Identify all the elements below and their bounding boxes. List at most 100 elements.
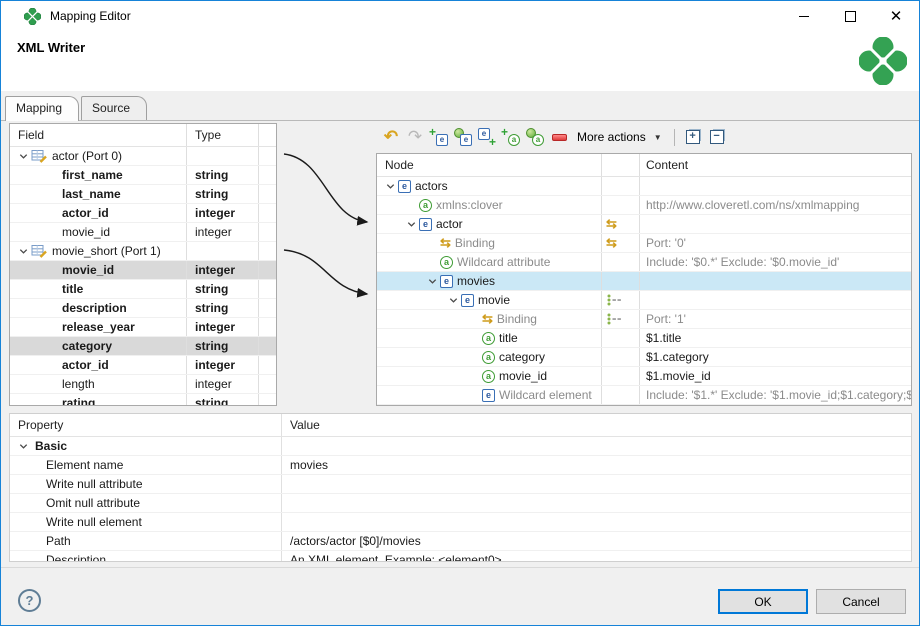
button-bar: ? OK Cancel [1, 567, 919, 625]
record-port-icon [31, 149, 48, 163]
property-row[interactable]: Path/actors/actor [$0]/movies [10, 532, 911, 551]
unbind-arrow-icon: ↷ [408, 129, 422, 145]
attribute-icon: a [482, 351, 495, 364]
clover-logo [859, 37, 907, 85]
property-row[interactable]: Basic [10, 437, 911, 456]
field-row[interactable]: categorystring [10, 337, 276, 356]
toolbar-add-child-element-button[interactable]: +e [427, 125, 451, 149]
tree-row[interactable]: emovie [377, 291, 911, 310]
toolbar-bind-field-arrow-button[interactable]: ↶ [379, 125, 403, 149]
field-type: string [195, 299, 228, 317]
fields-panel: Field Type actor (Port 0)first_namestrin… [9, 123, 277, 406]
tree-node-content: $1.category [646, 348, 709, 366]
field-row[interactable]: movie_idinteger [10, 261, 276, 280]
tree-node-content: Include: '$0.*' Exclude: '$0.movie_id' [646, 253, 839, 271]
field-row[interactable]: release_year integer [10, 318, 276, 337]
minimize-button[interactable] [781, 1, 827, 31]
property-value: movies [290, 456, 328, 474]
field-label: actor_id [62, 356, 109, 374]
field-row[interactable]: first_namestring [10, 166, 276, 185]
tree-node-content: Port: '1' [646, 310, 686, 328]
chevron-down-icon[interactable] [427, 276, 438, 287]
toolbar-add-attribute-button[interactable]: +a [499, 125, 523, 149]
field-type: integer [195, 223, 232, 241]
fields-col-field: Field [10, 124, 187, 146]
window-controls: ✕ [781, 1, 919, 31]
toolbar-add-wildcard-element-button[interactable]: e [451, 125, 475, 149]
field-row[interactable]: movie_idinteger [10, 223, 276, 242]
property-row[interactable]: Omit null attribute [10, 494, 911, 513]
maximize-button[interactable] [827, 1, 873, 31]
field-type: string [195, 337, 228, 355]
more-actions-button[interactable]: More actions▼ [571, 125, 668, 149]
tree-row[interactable]: atitle$1.title [377, 329, 911, 348]
property-label: Omit null attribute [46, 494, 140, 512]
record-port-icon [31, 244, 48, 258]
toolbar-collapse-all-button[interactable]: − [705, 125, 729, 149]
help-icon[interactable]: ? [18, 589, 41, 612]
tree-node-content: $1.title [646, 329, 681, 347]
chevron-down-icon[interactable] [406, 219, 417, 230]
toolbar-add-element-button[interactable]: e+ [475, 125, 499, 149]
chevron-down-icon[interactable] [18, 151, 29, 162]
tree-node-label: movie [478, 291, 510, 309]
field-row[interactable]: actor (Port 0) [10, 147, 276, 166]
field-label: last_name [62, 185, 121, 203]
toolbar-remove-button[interactable] [547, 125, 571, 149]
field-row[interactable]: actor_idinteger [10, 356, 276, 375]
property-row[interactable]: Write null element [10, 513, 911, 532]
field-type: string [195, 394, 228, 406]
tree-row[interactable]: eactors [377, 177, 911, 196]
field-label: release_year [62, 318, 135, 336]
toolbar-separator [674, 129, 675, 146]
title-bar: Mapping Editor ✕ [1, 1, 919, 31]
toolbar-expand-all-button[interactable]: + [681, 125, 705, 149]
tree-node-label: Binding [497, 310, 537, 328]
toolbar-unbind-field-arrow-button[interactable]: ↷ [403, 125, 427, 149]
tree-row[interactable]: eactor⇆ [377, 215, 911, 234]
field-row[interactable]: lengthinteger [10, 375, 276, 394]
cancel-button[interactable]: Cancel [816, 589, 906, 614]
fields-col-type: Type [187, 124, 259, 146]
field-type: integer [195, 318, 235, 336]
tree-row[interactable]: axmlns:cloverhttp://www.cloveretl.com/ns… [377, 196, 911, 215]
tree-row[interactable]: eWildcard elementInclude: '$1.*' Exclude… [377, 386, 911, 405]
field-row[interactable]: titlestring [10, 280, 276, 299]
field-row[interactable]: descriptionstring [10, 299, 276, 318]
property-row[interactable]: Element name movies [10, 456, 911, 475]
tree-node-content: Port: '0' [646, 234, 686, 252]
dialog-header: XML Writer [1, 31, 919, 91]
field-row[interactable]: movie_short (Port 1) [10, 242, 276, 261]
tree-row[interactable]: emovies [377, 272, 911, 291]
chevron-down-icon[interactable] [385, 181, 396, 192]
chevron-down-icon[interactable] [448, 295, 459, 306]
field-type: string [195, 166, 228, 184]
tree-row[interactable]: amovie_id$1.movie_id [377, 367, 911, 386]
field-label: title [62, 280, 83, 298]
tree-node-label: category [499, 348, 545, 366]
tree-row[interactable]: ⇆BindingPort: '1' [377, 310, 911, 329]
binding-arrows-icon: ⇆ [606, 218, 617, 230]
field-row[interactable]: actor_idinteger [10, 204, 276, 223]
field-label: movie_id [62, 261, 114, 279]
property-row[interactable]: DescriptionAn XML element. Example: <ele… [10, 551, 911, 562]
tree-row[interactable]: a category $1.category [377, 348, 911, 367]
property-value: An XML element. Example: <element0> [290, 551, 502, 562]
field-row[interactable]: last_namestring [10, 185, 276, 204]
close-button[interactable]: ✕ [873, 1, 919, 31]
tree-row[interactable]: aWildcard attributeInclude: '$0.*' Exclu… [377, 253, 911, 272]
chevron-down-icon[interactable] [18, 441, 29, 452]
field-row[interactable]: ratingstring [10, 394, 276, 406]
ok-button[interactable]: OK [718, 589, 808, 614]
tab-source[interactable]: Source [81, 96, 147, 120]
tree-row[interactable]: ⇆Binding⇆Port: '0' [377, 234, 911, 253]
tree-node-label: Wildcard attribute [457, 253, 550, 271]
toolbar-add-wildcard-attribute-button[interactable]: a [523, 125, 547, 149]
property-row[interactable]: Write null attribute [10, 475, 911, 494]
tab-mapping[interactable]: Mapping [5, 96, 79, 121]
chevron-down-icon[interactable] [18, 246, 29, 257]
element-icon: e [419, 218, 432, 231]
property-label: Element name [46, 456, 123, 474]
field-type: integer [195, 204, 235, 222]
attribute-icon: a [419, 199, 432, 212]
